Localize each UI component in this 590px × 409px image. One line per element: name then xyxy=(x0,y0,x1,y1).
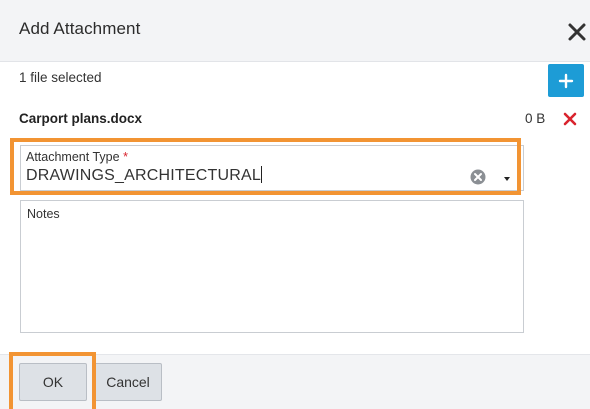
dialog-title: Add Attachment xyxy=(19,19,141,38)
attachment-type-label: Attachment Type * xyxy=(26,150,128,164)
text-cursor xyxy=(260,166,262,183)
plus-icon xyxy=(558,73,574,88)
dialog-footer xyxy=(0,354,590,409)
close-icon xyxy=(568,23,586,41)
attachment-type-input[interactable]: DRAWINGS_ARCHITECTURAL xyxy=(26,165,466,187)
clear-circle-icon xyxy=(470,169,486,185)
notes-label: Notes xyxy=(27,207,60,221)
file-name: Carport plans.docx xyxy=(19,111,143,126)
add-file-button[interactable] xyxy=(548,64,584,97)
close-button[interactable] xyxy=(566,20,588,44)
attachment-type-label-text: Attachment Type xyxy=(26,150,120,164)
notes-field[interactable]: Notes xyxy=(20,200,524,333)
remove-x-icon xyxy=(563,112,577,126)
cancel-button[interactable]: Cancel xyxy=(94,363,162,401)
required-marker: * xyxy=(123,150,128,164)
file-size: 0 B xyxy=(525,111,546,126)
file-count-text: 1 file selected xyxy=(19,70,102,85)
attachment-type-field[interactable]: Attachment Type * DRAWINGS_ARCHITECTURAL xyxy=(20,145,524,191)
dialog-header: Add Attachment xyxy=(0,0,590,62)
caret-down-icon xyxy=(504,177,510,181)
ok-button[interactable]: OK xyxy=(19,363,87,401)
type-dropdown-button[interactable] xyxy=(500,172,514,184)
attachment-type-value: DRAWINGS_ARCHITECTURAL xyxy=(26,167,261,184)
clear-type-button[interactable] xyxy=(470,169,486,185)
remove-file-button[interactable] xyxy=(562,111,578,127)
